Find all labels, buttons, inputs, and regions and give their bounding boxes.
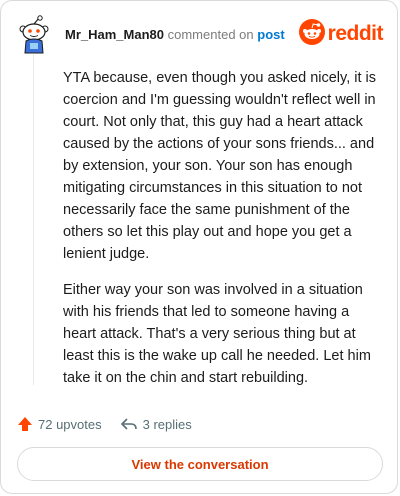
reddit-logo[interactable]: reddit <box>298 18 384 50</box>
upvote-arrow-icon <box>18 417 32 431</box>
post-link[interactable]: post <box>257 27 284 42</box>
reddit-wordmark: reddit <box>327 22 384 45</box>
view-conversation-button[interactable]: View the conversation <box>17 447 383 481</box>
comment-paragraph: Either way your son was involved in a si… <box>63 282 371 386</box>
comment-card: Mr_Ham_Man80 commented on post reddit YT… <box>0 0 398 494</box>
replies-label: 3 replies <box>142 416 192 432</box>
upvotes-stat[interactable]: 72 upvotes <box>17 416 102 432</box>
thread-line <box>33 55 34 385</box>
comment-paragraph: YTA because, even though you asked nicel… <box>63 70 377 262</box>
reply-arrow-icon <box>120 418 137 430</box>
replies-stat[interactable]: 3 replies <box>120 416 192 432</box>
comment-body: YTA because, even though you asked nicel… <box>63 67 381 403</box>
comment-stats: 72 upvotes 3 replies <box>17 413 210 435</box>
comment-meta: Mr_Ham_Man80 commented on post <box>65 27 285 42</box>
snoo-avatar-icon[interactable] <box>17 15 51 55</box>
username-link[interactable]: Mr_Ham_Man80 <box>65 27 164 42</box>
commented-on-text: commented on <box>167 27 254 42</box>
comment-header: Mr_Ham_Man80 commented on post reddit <box>17 15 384 55</box>
reddit-snoo-icon <box>298 18 325 50</box>
upvotes-label: 72 upvotes <box>38 416 102 432</box>
